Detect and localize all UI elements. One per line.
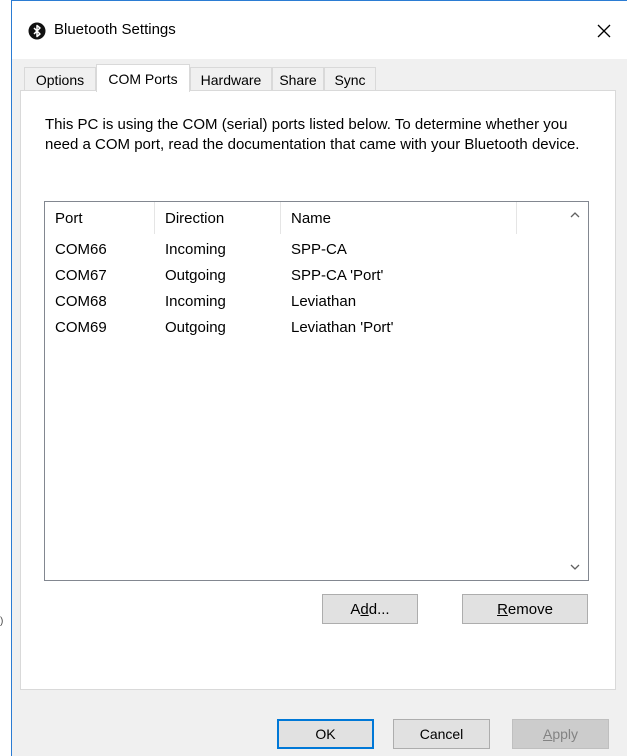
bluetooth-icon (28, 22, 46, 40)
cell-direction: Outgoing (165, 266, 226, 284)
cell-name: SPP-CA 'Port' (291, 266, 384, 284)
vertical-scrollbar[interactable] (562, 202, 588, 580)
com-ports-panel: This PC is using the COM (serial) ports … (20, 90, 616, 690)
add-button[interactable]: Add... (322, 594, 418, 624)
chevron-down-icon (570, 564, 580, 570)
apply-button-label: Apply (542, 726, 579, 742)
tab-share[interactable]: Share (272, 67, 324, 91)
com-ports-list[interactable]: Port Direction Name COM66 Incoming SPP-C… (44, 201, 589, 581)
cell-name: Leviathan (291, 292, 357, 310)
background-text-fragment: ) (0, 616, 4, 627)
table-row[interactable]: COM68 Incoming Leviathan (45, 288, 562, 314)
tab-hardware[interactable]: Hardware (190, 67, 272, 91)
cell-direction: Incoming (165, 292, 226, 310)
cell-direction: Outgoing (165, 318, 226, 336)
column-header-port[interactable]: Port (45, 202, 155, 234)
ok-button[interactable]: OK (277, 719, 374, 749)
close-button[interactable] (581, 11, 627, 51)
remove-button-label: Remove (497, 600, 553, 618)
cell-direction: Incoming (165, 240, 226, 258)
apply-button[interactable]: Apply (512, 719, 609, 749)
cell-port: COM66 (55, 240, 107, 258)
cell-name: SPP-CA (291, 240, 347, 258)
tab-com-ports[interactable]: COM Ports (96, 64, 190, 92)
add-button-label: Add... (350, 600, 390, 618)
cell-port: COM67 (55, 266, 107, 284)
list-header: Port Direction Name (45, 202, 562, 234)
tab-options[interactable]: Options (24, 67, 96, 91)
chevron-up-icon (570, 212, 580, 218)
scroll-up-button[interactable] (562, 202, 588, 228)
close-icon (597, 24, 611, 38)
title-bar[interactable]: Bluetooth Settings (12, 1, 627, 59)
bluetooth-settings-dialog: Bluetooth Settings Options COM Ports Har… (12, 1, 627, 756)
dialog-title: Bluetooth Settings (54, 21, 176, 38)
com-ports-description: This PC is using the COM (serial) ports … (45, 116, 580, 153)
table-row[interactable]: COM69 Outgoing Leviathan 'Port' (45, 314, 562, 340)
tab-sync[interactable]: Sync (324, 67, 376, 91)
cell-name: Leviathan 'Port' (291, 318, 394, 336)
cell-port: COM69 (55, 318, 107, 336)
column-header-direction[interactable]: Direction (155, 202, 281, 234)
scroll-down-button[interactable] (562, 554, 588, 580)
table-row[interactable]: COM66 Incoming SPP-CA (45, 236, 562, 262)
column-header-name[interactable]: Name (281, 202, 517, 234)
tab-strip: Options COM Ports Hardware Share Sync (20, 64, 620, 92)
remove-button[interactable]: Remove (462, 594, 588, 624)
cell-port: COM68 (55, 292, 107, 310)
cancel-button[interactable]: Cancel (393, 719, 490, 749)
table-row[interactable]: COM67 Outgoing SPP-CA 'Port' (45, 262, 562, 288)
